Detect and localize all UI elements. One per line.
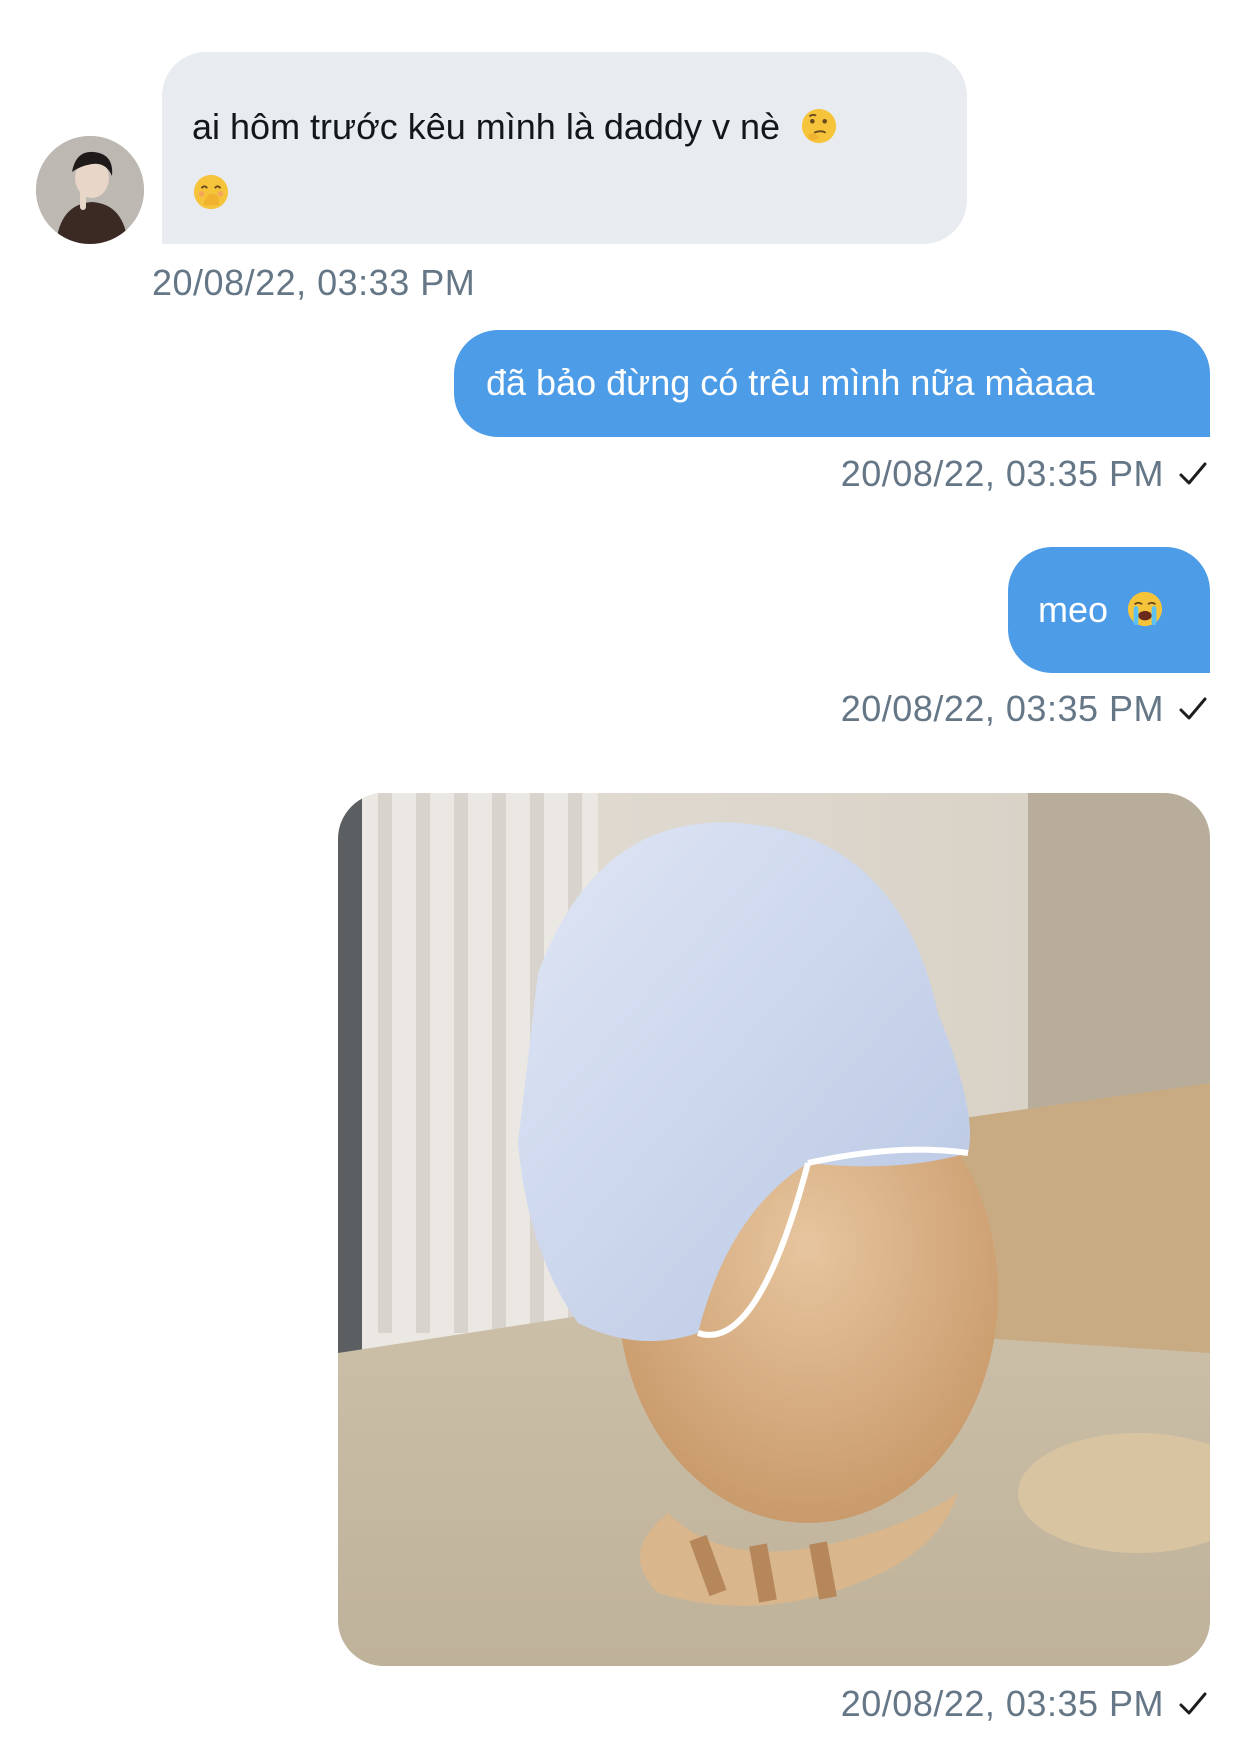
message-timestamp-row: 20/08/22, 03:35 PM [841, 453, 1210, 495]
message-text: đã bảo đừng có trêu mình nữa màaaa [486, 362, 1095, 403]
sent-check-icon [1179, 1692, 1207, 1715]
message-timestamp: 20/08/22, 03:35 PM [840, 688, 1164, 729]
thinking-face-emoji-icon [800, 100, 838, 144]
cat-photo [338, 793, 1210, 1666]
sent-check-icon [1179, 697, 1207, 720]
message-timestamp: 20/08/22, 03:35 PM [840, 453, 1164, 494]
message-timestamp-row: 20/08/22, 03:35 PM [841, 1683, 1210, 1725]
loudly-crying-face-emoji-icon [1126, 590, 1164, 628]
message-timestamp: 20/08/22, 03:33 PM [152, 262, 476, 303]
chat-thread: ai hôm trước kêu mình là daddy v nè 20/0… [0, 0, 1242, 1757]
message-timestamp-row: 20/08/22, 03:35 PM [841, 688, 1210, 730]
outgoing-message-bubble[interactable]: meo [1008, 547, 1210, 673]
sent-check-icon [1179, 462, 1207, 485]
outgoing-message-bubble[interactable]: đã bảo đừng có trêu mình nữa màaaa [454, 330, 1210, 437]
message-text: meo [1038, 589, 1109, 630]
avatar[interactable] [36, 136, 144, 244]
incoming-message-bubble[interactable]: ai hôm trước kêu mình là daddy v nè [162, 52, 967, 244]
image-message[interactable] [338, 793, 1210, 1666]
face-with-hand-over-mouth-emoji-icon [192, 166, 230, 210]
message-timestamp: 20/08/22, 03:35 PM [840, 1683, 1164, 1724]
message-text: ai hôm trước kêu mình là daddy v nè [192, 106, 780, 147]
